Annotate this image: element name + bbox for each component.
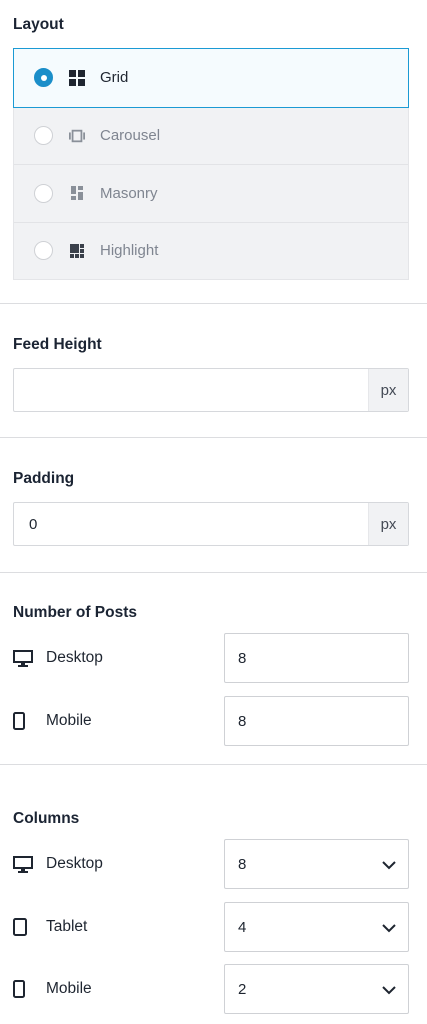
layout-option-label: Highlight (100, 242, 159, 260)
feed-height-field[interactable]: px (13, 368, 409, 412)
divider (0, 437, 427, 438)
columns-mobile-row: Mobile 2 (13, 964, 409, 1014)
padding-input[interactable]: 0 (14, 503, 368, 545)
layout-option-grid[interactable]: Grid (13, 48, 409, 108)
layout-option-label: Carousel (100, 127, 161, 145)
select-value: 4 (238, 918, 247, 936)
mobile-icon (13, 712, 33, 730)
padding-field[interactable]: 0 px (13, 502, 409, 546)
layout-option-carousel[interactable]: Carousel (14, 106, 408, 165)
radio-unselected[interactable] (34, 183, 53, 203)
layout-option-label: Masonry (100, 184, 158, 202)
select-value: 8 (238, 855, 247, 873)
carousel-icon (69, 128, 85, 144)
posts-desktop-input[interactable]: 8 (224, 633, 409, 683)
columns-tablet-row: Tablet 4 (13, 902, 409, 952)
posts-mobile-input[interactable]: 8 (224, 696, 409, 746)
tablet-icon (13, 918, 33, 936)
columns-title: Columns (13, 810, 80, 827)
divider (0, 303, 427, 304)
device-label: Desktop (46, 855, 103, 872)
select-value: 2 (238, 980, 247, 998)
chevron-down-icon (382, 920, 396, 937)
number-of-posts-title: Number of Posts (13, 604, 138, 621)
radio-unselected[interactable] (34, 126, 53, 146)
grid-icon (69, 69, 85, 86)
mobile-icon (13, 980, 33, 998)
masonry-icon (69, 185, 85, 201)
padding-title: Padding (13, 470, 75, 487)
divider (0, 572, 427, 573)
radio-unselected[interactable] (34, 241, 53, 261)
columns-desktop-select[interactable]: 8 (224, 839, 409, 889)
device-label: Mobile (46, 712, 92, 729)
radio-selected[interactable] (34, 68, 53, 88)
device-label: Tablet (46, 918, 88, 935)
divider (0, 764, 427, 765)
columns-tablet-select[interactable]: 4 (224, 902, 409, 952)
layout-option-highlight[interactable]: Highlight (14, 221, 408, 280)
device-label: Mobile (46, 980, 92, 997)
device-label: Desktop (46, 649, 103, 666)
padding-unit: px (368, 503, 408, 545)
layout-title: Layout (13, 16, 64, 33)
chevron-down-icon (382, 857, 396, 874)
highlight-icon (69, 243, 85, 259)
columns-desktop-row: Desktop 8 (13, 839, 409, 889)
layout-option-masonry[interactable]: Masonry (14, 164, 408, 222)
feed-height-title: Feed Height (13, 336, 102, 353)
layout-options: Grid Carousel Masonry Highlight (13, 48, 409, 280)
columns-mobile-select[interactable]: 2 (224, 964, 409, 1014)
chevron-down-icon (382, 982, 396, 999)
posts-mobile-row: Mobile 8 (13, 696, 409, 746)
layout-option-label: Grid (100, 69, 129, 87)
desktop-icon (13, 855, 33, 873)
feed-height-unit: px (368, 369, 408, 411)
posts-desktop-row: Desktop 8 (13, 633, 409, 683)
desktop-icon (13, 649, 33, 667)
feed-height-input[interactable] (14, 369, 368, 411)
